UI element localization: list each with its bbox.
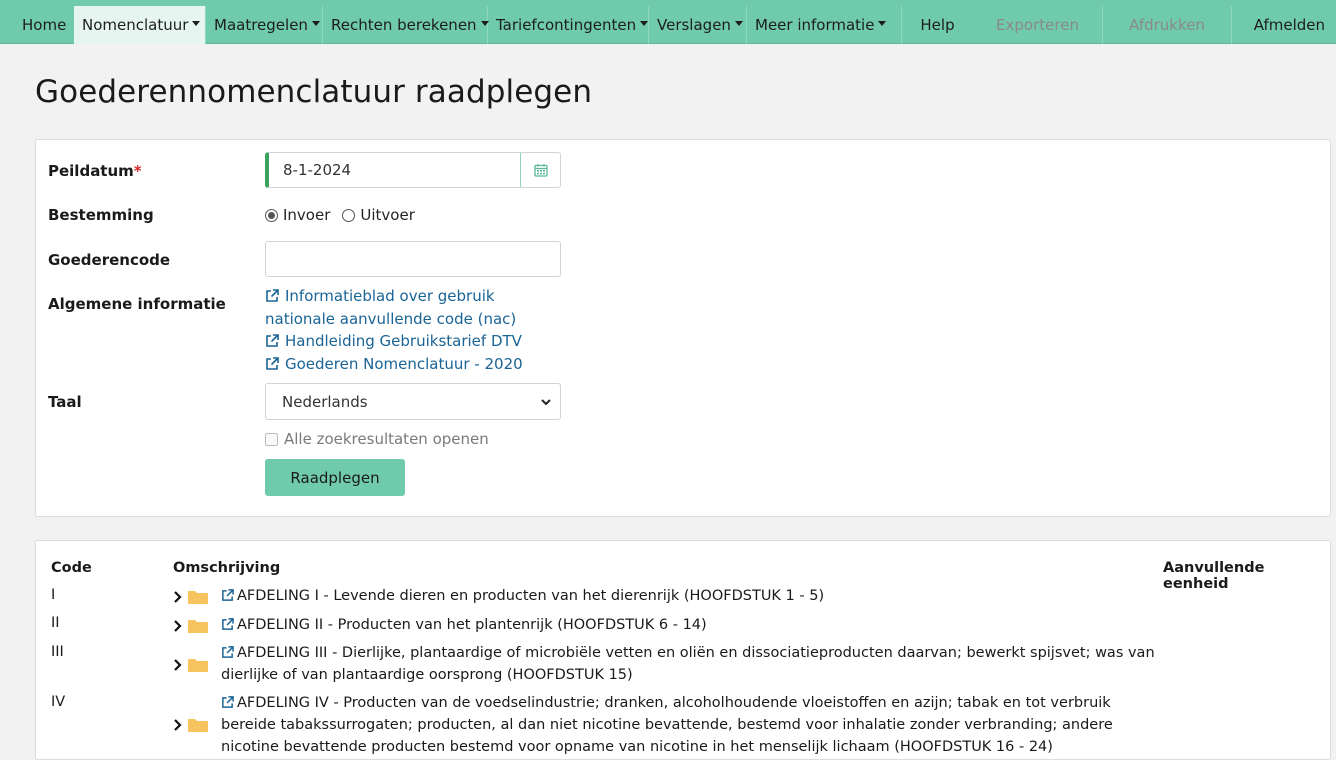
goederencode-label: Goederencode (48, 251, 171, 269)
external-link-icon (266, 334, 279, 347)
external-link-icon[interactable] (221, 696, 234, 709)
chevron-right-icon[interactable] (173, 619, 183, 633)
info-link-handleiding[interactable]: Handleiding Gebruikstarief DTV (265, 330, 565, 353)
nav-tariefcontingenten-label: Tariefcontingenten (496, 15, 637, 34)
external-link-icon[interactable] (221, 589, 234, 602)
info-link-nac-text[interactable]: Informatieblad over gebruik nationale aa… (265, 287, 516, 328)
chevron-down-icon (541, 399, 551, 406)
row-code: III (51, 644, 64, 660)
caret-down-icon (878, 21, 887, 26)
chevron-right-icon[interactable] (173, 718, 183, 732)
nav-maatregelen[interactable]: Maatregelen (205, 5, 322, 44)
nav-rechten-berekenen[interactable]: Rechten berekenen (322, 5, 489, 44)
info-link-nomenclatuur-text[interactable]: Goederen Nomenclatuur - 2020 (285, 355, 523, 373)
alle-zoekresultaten-checkbox[interactable] (265, 432, 278, 446)
algemene-informatie-label: Algemene informatie (48, 295, 226, 313)
list-item[interactable]: AFDELING II - Producten van het plantenr… (221, 614, 1161, 636)
nav-home-label: Home (22, 15, 67, 34)
alle-zoekresultaten-label: Alle zoekresultaten openen (284, 430, 489, 448)
bestemming-radio-group: Invoer Uitvoer (265, 206, 415, 224)
radio-uitvoer[interactable] (342, 208, 356, 222)
taal-label: Taal (48, 393, 82, 411)
top-navbar: Home Nomenclatuur Maatregelen Rechten be… (0, 0, 1336, 44)
raadplegen-button-label: Raadplegen (290, 468, 380, 487)
radio-uitvoer-label[interactable]: Uitvoer (360, 206, 414, 224)
list-item[interactable]: AFDELING III - Dierlijke, plantaardige o… (221, 642, 1161, 686)
nav-afdrukken-label: Afdrukken (1129, 15, 1205, 34)
nav-rechten-label: Rechten berekenen (331, 15, 477, 34)
folder-icon (188, 659, 208, 672)
folder-icon (188, 591, 208, 604)
calendar-icon (533, 164, 548, 177)
nav-home[interactable]: Home (14, 6, 74, 44)
caret-down-icon (480, 21, 489, 26)
nav-exporteren-label: Exporteren (996, 15, 1079, 34)
row-code: IV (51, 694, 66, 710)
nav-verslagen-label: Verslagen (657, 15, 731, 34)
folder-icon (188, 719, 208, 732)
taal-select-value: Nederlands (282, 392, 368, 411)
caret-down-icon (192, 21, 201, 26)
calendar-button[interactable] (520, 153, 560, 187)
nav-nomenclatuur-label: Nomenclatuur (82, 15, 189, 34)
info-links: Informatieblad over gebruik nationale aa… (265, 285, 565, 375)
column-header-code: Code (51, 560, 92, 576)
goederencode-input[interactable] (265, 241, 561, 277)
caret-down-icon (640, 21, 649, 26)
bestemming-label: Bestemming (48, 206, 154, 224)
raadplegen-button[interactable]: Raadplegen (265, 459, 405, 496)
info-link-nomenclatuur[interactable]: Goederen Nomenclatuur - 2020 (265, 353, 565, 376)
external-link-icon (266, 289, 279, 302)
nav-afmelden-label: Afmelden (1253, 15, 1325, 34)
nav-afdrukken[interactable]: Afdrukken (1102, 5, 1231, 44)
nav-exporteren[interactable]: Exporteren (973, 6, 1102, 44)
radio-invoer[interactable] (265, 208, 278, 222)
row-description: AFDELING II - Producten van het plantenr… (237, 617, 707, 633)
list-item[interactable]: AFDELING IV - Producten van de voedselin… (221, 692, 1161, 758)
taal-select[interactable]: Nederlands (265, 383, 561, 420)
peildatum-input[interactable] (269, 153, 520, 187)
list-item[interactable]: AFDELING I - Levende dieren en producten… (221, 585, 1161, 607)
row-description: AFDELING IV - Producten van de voedselin… (221, 695, 1113, 755)
row-code: I (51, 587, 56, 603)
info-link-nac[interactable]: Informatieblad over gebruik nationale aa… (265, 285, 565, 330)
peildatum-label: Peildatum* (48, 162, 142, 180)
nav-meer-informatie[interactable]: Meer informatie (746, 5, 901, 44)
results-panel: Code Omschrijving Aanvullende eenheid I … (35, 540, 1331, 760)
folder-icon (188, 620, 208, 633)
peildatum-field (265, 152, 561, 188)
external-link-icon[interactable] (221, 646, 234, 659)
alle-zoekresultaten-checkbox-row: Alle zoekresultaten openen (265, 430, 489, 448)
nav-help[interactable]: Help (901, 5, 973, 44)
nav-help-label: Help (920, 15, 955, 34)
nav-maatregelen-label: Maatregelen (214, 15, 308, 34)
row-code: II (51, 615, 60, 631)
radio-invoer-label[interactable]: Invoer (283, 206, 330, 224)
chevron-right-icon[interactable] (173, 590, 183, 604)
caret-down-icon (311, 21, 320, 26)
search-form-panel: Peildatum* Bestemming Invoer Uitvoer Goe… (35, 139, 1331, 517)
external-link-icon (266, 356, 279, 370)
nav-tariefcontingenten[interactable]: Tariefcontingenten (487, 5, 649, 44)
row-description: AFDELING I - Levende dieren en producten… (237, 588, 825, 604)
row-description: AFDELING III - Dierlijke, plantaardige o… (221, 645, 1155, 683)
nav-meer-informatie-label: Meer informatie (755, 15, 875, 34)
peildatum-label-text: Peildatum (48, 162, 134, 180)
info-link-handleiding-text[interactable]: Handleiding Gebruikstarief DTV (285, 332, 522, 350)
column-header-omschrijving: Omschrijving (173, 560, 281, 576)
required-mark: * (133, 162, 142, 180)
chevron-right-icon[interactable] (173, 658, 183, 672)
caret-down-icon (734, 21, 743, 26)
column-header-aanvullende-eenheid: Aanvullende eenheid (1163, 560, 1265, 592)
nav-verslagen[interactable]: Verslagen (648, 5, 746, 44)
nav-nomenclatuur[interactable]: Nomenclatuur (74, 5, 205, 44)
page-title: Goederennomenclatuur raadplegen (35, 74, 593, 110)
external-link-icon[interactable] (221, 618, 234, 631)
nav-afmelden[interactable]: Afmelden (1231, 5, 1333, 44)
